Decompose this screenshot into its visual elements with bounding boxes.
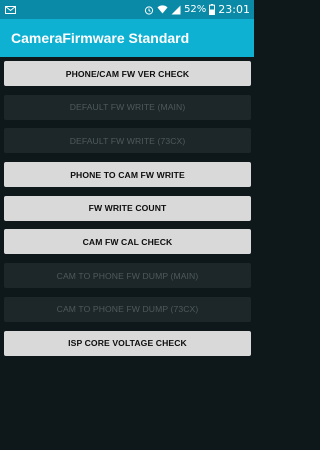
isp-core-voltage-check-button[interactable]: ISP CORE VOLTAGE CHECK bbox=[4, 330, 251, 356]
default-fw-write-73cx-button: DEFAULT FW WRITE (73CX) bbox=[4, 128, 251, 154]
status-bar: 52% 23:01 bbox=[0, 0, 254, 19]
fw-write-count-button[interactable]: FW WRITE COUNT bbox=[4, 195, 251, 221]
mail-icon bbox=[5, 5, 16, 14]
cam-to-phone-fw-dump-main-button: CAM TO PHONE FW DUMP (MAIN) bbox=[4, 263, 251, 289]
alarm-icon bbox=[144, 5, 154, 15]
default-fw-write-main-button: DEFAULT FW WRITE (MAIN) bbox=[4, 94, 251, 120]
battery-percent: 52% bbox=[184, 4, 207, 15]
cam-fw-cal-check-button[interactable]: CAM FW CAL CHECK bbox=[4, 229, 251, 255]
button-list: PHONE/CAM FW VER CHECK DEFAULT FW WRITE … bbox=[4, 61, 251, 364]
cam-to-phone-fw-dump-73cx-button: CAM TO PHONE FW DUMP (73CX) bbox=[4, 296, 251, 322]
phone-cam-fw-ver-check-button[interactable]: PHONE/CAM FW VER CHECK bbox=[4, 61, 251, 86]
wifi-icon bbox=[157, 5, 168, 14]
status-time: 23:01 bbox=[218, 3, 250, 16]
phone-to-cam-fw-write-button[interactable]: PHONE TO CAM FW WRITE bbox=[4, 162, 251, 188]
app-title: CameraFirmware Standard bbox=[11, 30, 190, 46]
app-bar: CameraFirmware Standard bbox=[0, 19, 254, 57]
battery-icon bbox=[209, 4, 216, 15]
signal-icon bbox=[171, 5, 181, 15]
